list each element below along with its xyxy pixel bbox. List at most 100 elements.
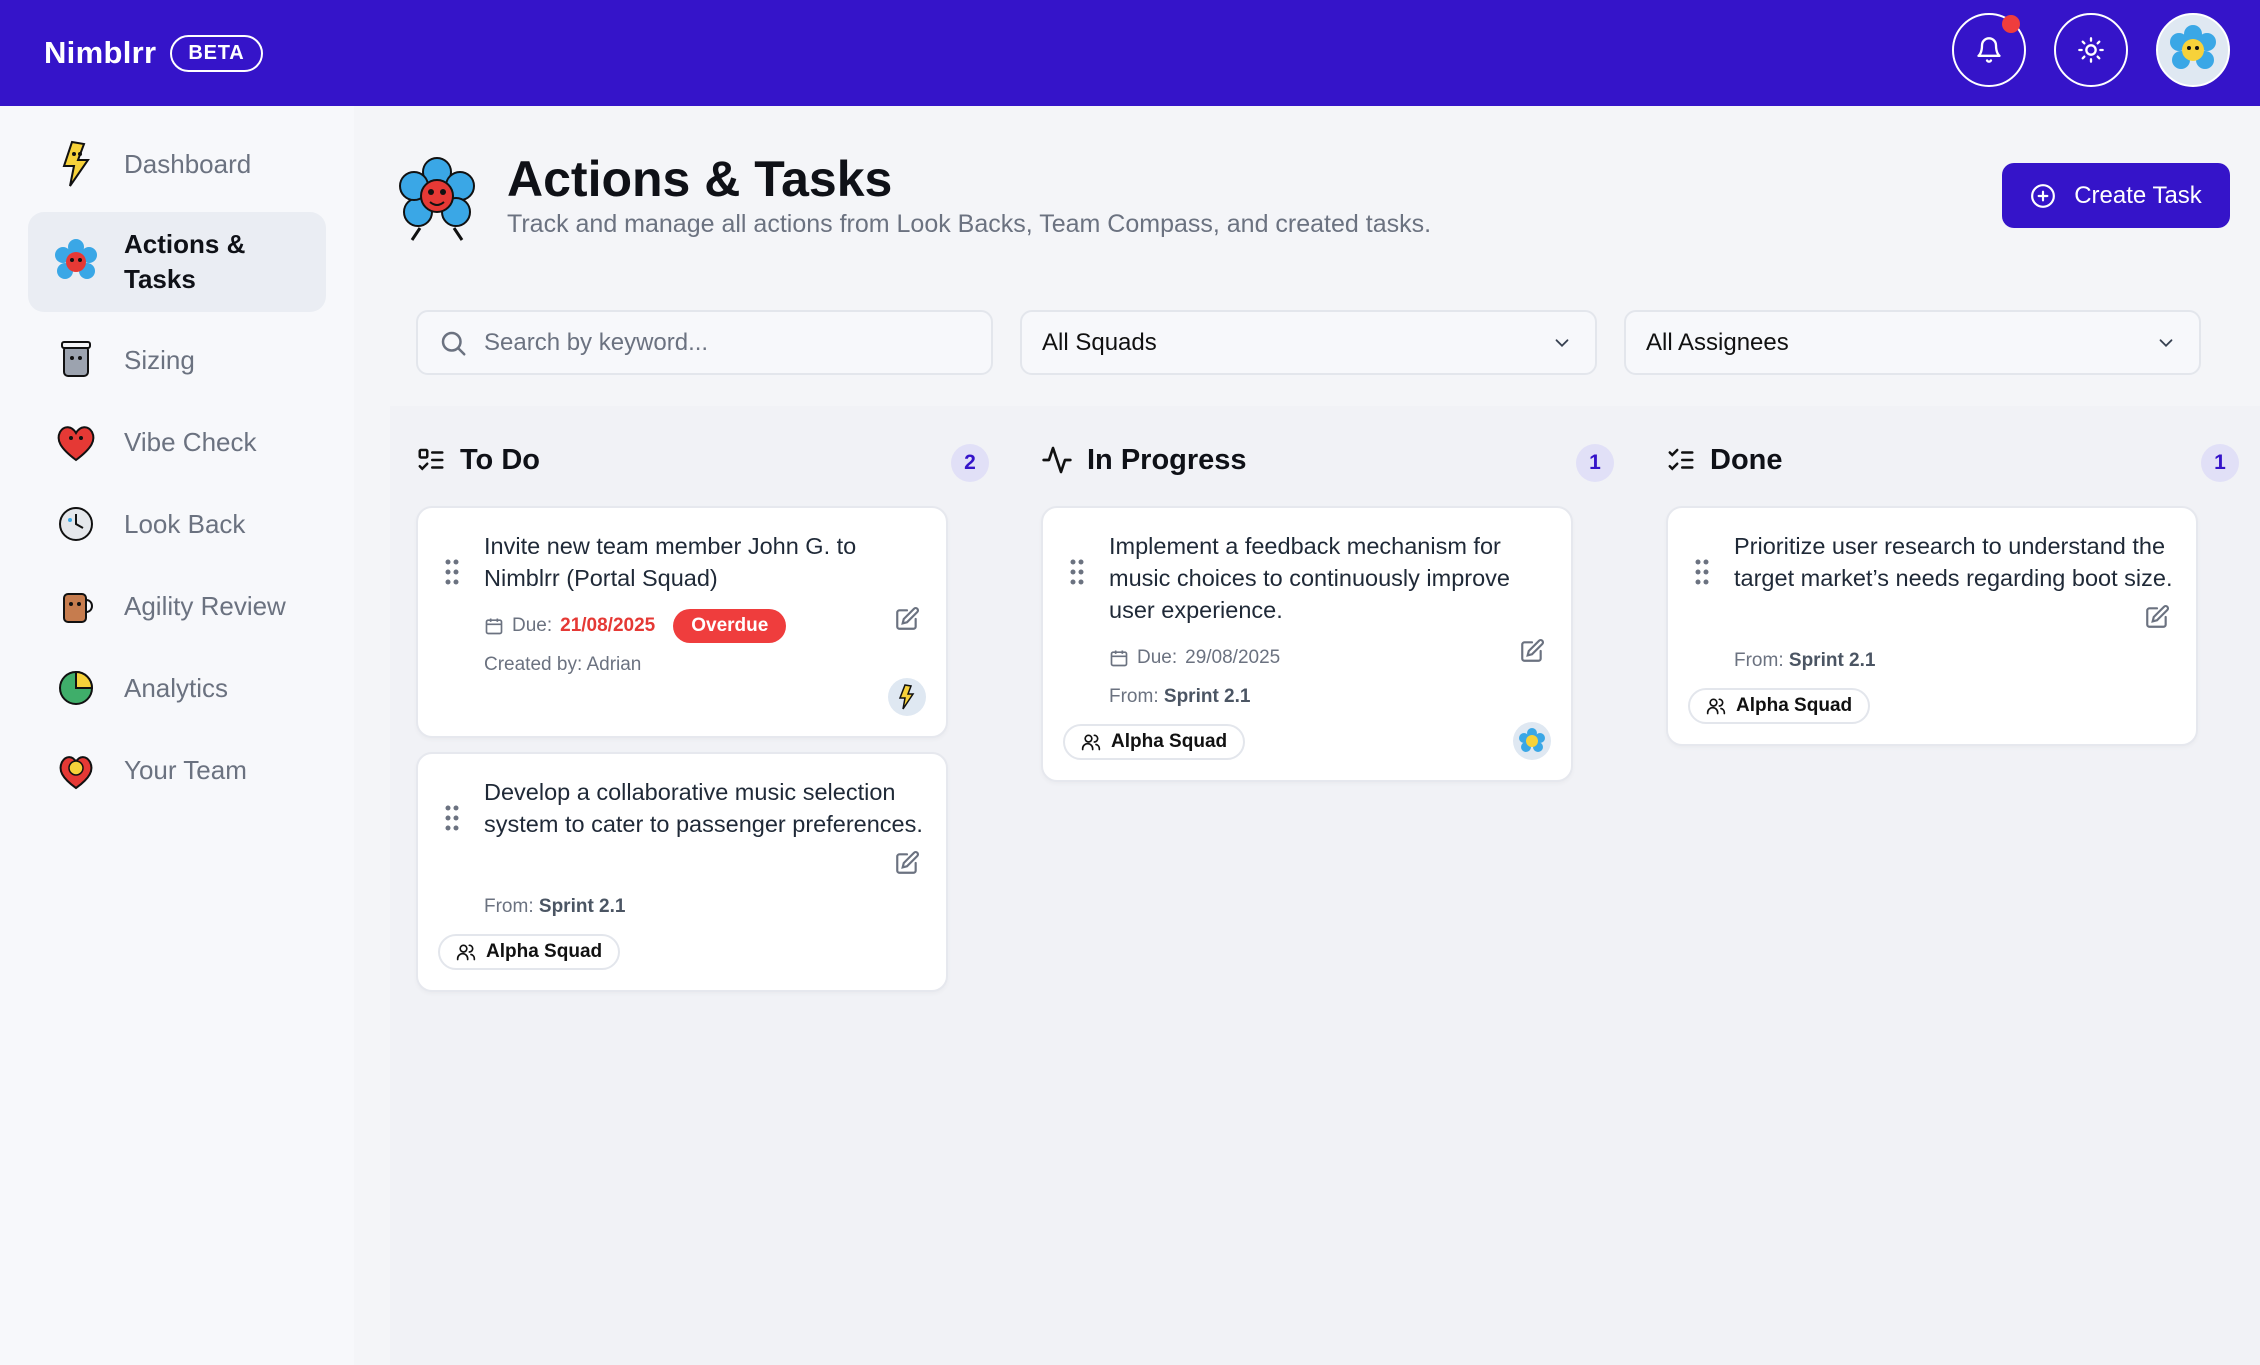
create-task-button[interactable]: Create Task bbox=[2002, 163, 2230, 228]
activity-icon bbox=[1042, 446, 1072, 474]
beta-badge: BETA bbox=[170, 34, 263, 72]
plus-circle-icon bbox=[2031, 183, 2056, 208]
flower-mascot-icon bbox=[55, 239, 97, 279]
squad-name: Alpha Squad bbox=[1111, 731, 1228, 752]
assignee-select[interactable]: All Assignees bbox=[1624, 310, 2201, 375]
users-icon bbox=[1081, 734, 1101, 751]
from-label: From: bbox=[1734, 650, 1784, 671]
sidebar-item-label: Your Team bbox=[124, 754, 247, 785]
list-todo-icon bbox=[418, 448, 444, 471]
users-icon bbox=[456, 944, 476, 961]
chart-mascot-icon bbox=[59, 670, 94, 705]
team-mascot-icon bbox=[59, 756, 93, 790]
sidebar-item-agility-review[interactable]: Agility Review bbox=[28, 572, 326, 640]
sidebar-item-label: Analytics bbox=[124, 672, 229, 703]
sidebar: Dashboard Actions & Tasks Sizing Vibe Ch… bbox=[0, 106, 354, 1365]
due-date: 29/08/2025 bbox=[1185, 647, 1281, 668]
from-value: Sprint 2.1 bbox=[538, 896, 626, 917]
top-actions bbox=[1952, 13, 2230, 87]
calendar-icon bbox=[1110, 650, 1128, 667]
due-label: Due: bbox=[1137, 647, 1178, 668]
sun-icon bbox=[2078, 37, 2104, 63]
drag-handle-icon[interactable] bbox=[444, 558, 460, 586]
drag-handle-icon[interactable] bbox=[1694, 558, 1710, 586]
squad-name: Alpha Squad bbox=[486, 941, 603, 962]
assignee-avatar[interactable] bbox=[888, 678, 926, 716]
bell-icon bbox=[1977, 37, 2001, 63]
count-badge: 2 bbox=[951, 444, 989, 482]
page-subtitle: Track and manage all actions from Look B… bbox=[507, 210, 1432, 238]
sidebar-item-label: Agility Review bbox=[124, 590, 286, 621]
column-title: Done bbox=[1710, 443, 1783, 476]
kanban-board: To Do 2 Invite new team member John G. t… bbox=[390, 406, 2260, 1365]
squad-select-value: All Squads bbox=[1042, 328, 1157, 356]
notifications-button[interactable] bbox=[1952, 13, 2026, 87]
chevron-down-icon bbox=[2159, 339, 2173, 348]
lightning-mascot-icon bbox=[62, 140, 90, 187]
count-badge: 1 bbox=[1576, 444, 1614, 482]
create-task-label: Create Task bbox=[2074, 181, 2202, 209]
task-card[interactable]: Implement a feedback mechanism for music… bbox=[1041, 506, 1573, 782]
from-value: Sprint 2.1 bbox=[1163, 686, 1251, 707]
created-by: Created by: Adrian bbox=[484, 654, 642, 675]
theme-toggle-button[interactable] bbox=[2054, 13, 2128, 87]
sidebar-item-label: Vibe Check bbox=[124, 426, 257, 457]
cup-mascot-icon bbox=[61, 341, 91, 377]
sidebar-item-your-team[interactable]: Your Team bbox=[28, 736, 326, 804]
edit-icon[interactable] bbox=[894, 850, 920, 876]
task-text: Develop a collaborative music selection … bbox=[484, 779, 923, 837]
card-spacer bbox=[484, 676, 920, 716]
sidebar-item-vibe-check[interactable]: Vibe Check bbox=[28, 408, 326, 476]
column-to-do: To Do 2 Invite new team member John G. t… bbox=[390, 406, 1015, 1365]
notification-dot bbox=[2002, 15, 2020, 33]
column-in-progress: In Progress 1 Implement a feedback mecha… bbox=[1015, 406, 1640, 1365]
edit-icon[interactable] bbox=[1519, 638, 1545, 664]
from-label: From: bbox=[1109, 686, 1159, 707]
squad-pill: Alpha Squad bbox=[1688, 688, 1871, 724]
task-card[interactable]: Prioritize user research to understand t… bbox=[1666, 506, 2198, 746]
overdue-badge: Overdue bbox=[673, 609, 787, 643]
column-header: To Do 2 bbox=[416, 430, 989, 490]
list-checks-icon bbox=[1668, 448, 1694, 471]
calendar-icon bbox=[485, 618, 503, 635]
task-text: Invite new team member John G. to Nimblr… bbox=[484, 533, 857, 591]
main-content: Actions & Tasks Track and manage all act… bbox=[390, 106, 2260, 1365]
flower-mascot-icon bbox=[399, 157, 475, 241]
page-header: Actions & Tasks Track and manage all act… bbox=[390, 106, 2230, 306]
sidebar-item-analytics[interactable]: Analytics bbox=[28, 654, 326, 722]
sidebar-item-actions-tasks[interactable]: Actions & Tasks bbox=[28, 212, 326, 312]
assignee-avatar[interactable] bbox=[1513, 722, 1551, 760]
filter-bar: Search by keyword... All Squads All Assi… bbox=[416, 310, 2201, 375]
search-input[interactable]: Search by keyword... bbox=[416, 310, 993, 375]
page-title: Actions & Tasks bbox=[507, 151, 893, 207]
drag-handle-icon[interactable] bbox=[1069, 558, 1085, 586]
task-text: Implement a feedback mechanism for music… bbox=[1109, 533, 1510, 623]
edit-icon[interactable] bbox=[2144, 604, 2170, 630]
squad-select[interactable]: All Squads bbox=[1020, 310, 1597, 375]
sidebar-item-label: Look Back bbox=[124, 508, 246, 539]
squad-name: Alpha Squad bbox=[1736, 695, 1853, 716]
from-line: From: Sprint 2.1 bbox=[1734, 650, 2170, 672]
sidebar-item-label: Dashboard bbox=[124, 148, 252, 179]
chevron-down-icon bbox=[1555, 339, 1569, 348]
assignee-select-value: All Assignees bbox=[1646, 328, 1789, 356]
sidebar-item-dashboard[interactable]: Dashboard bbox=[28, 130, 326, 198]
column-done: Done 1 Prioritize user research to under… bbox=[1640, 406, 2260, 1365]
user-avatar[interactable] bbox=[2156, 13, 2230, 87]
sidebar-item-look-back[interactable]: Look Back bbox=[28, 490, 326, 558]
task-card[interactable]: Invite new team member John G. to Nimblr… bbox=[416, 506, 948, 738]
task-card[interactable]: Develop a collaborative music selection … bbox=[416, 752, 948, 992]
edit-icon[interactable] bbox=[894, 606, 920, 632]
brand[interactable]: Nimblrr BETA bbox=[44, 34, 263, 72]
due-row: Due: 21/08/2025 Overdue bbox=[484, 606, 920, 644]
search-icon bbox=[441, 331, 466, 355]
users-icon bbox=[1706, 698, 1726, 715]
app-name: Nimblrr bbox=[44, 35, 157, 70]
from-line: From: Sprint 2.1 bbox=[484, 896, 920, 918]
from-line: From: Sprint 2.1 bbox=[1109, 686, 1545, 708]
heart-mascot-icon bbox=[57, 426, 95, 462]
sidebar-item-label: Sizing bbox=[124, 344, 195, 375]
from-label: From: bbox=[484, 896, 534, 917]
drag-handle-icon[interactable] bbox=[444, 804, 460, 832]
sidebar-item-sizing[interactable]: Sizing bbox=[28, 326, 326, 394]
